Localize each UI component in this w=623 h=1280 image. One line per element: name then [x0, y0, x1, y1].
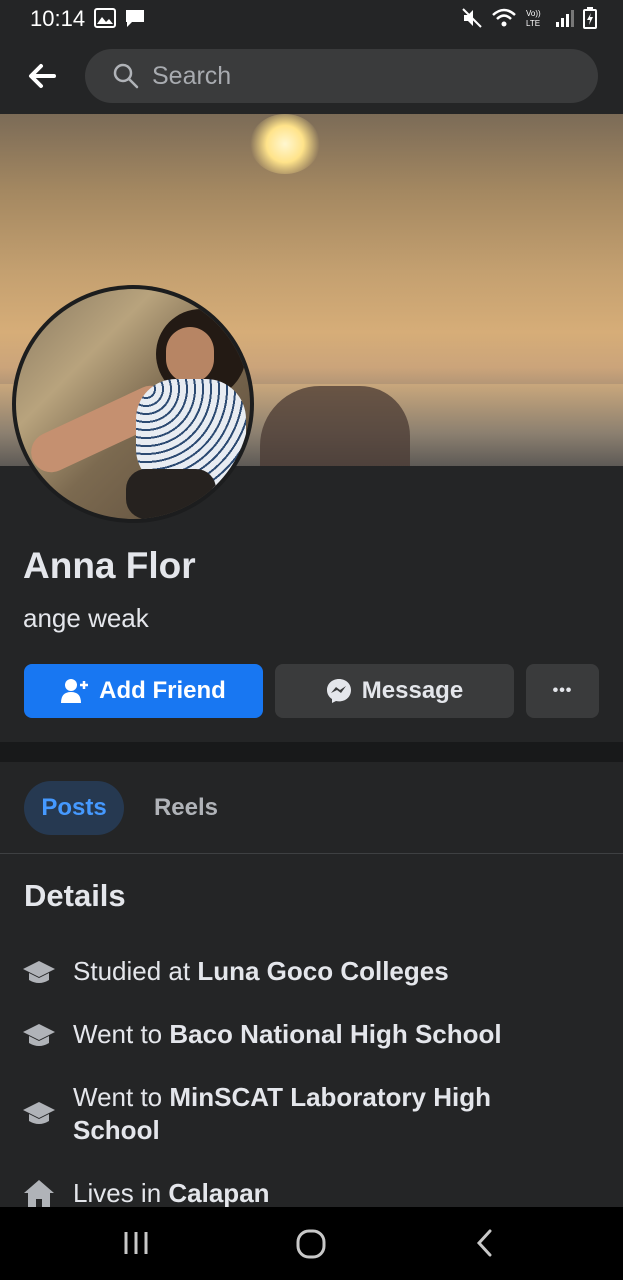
battery-icon [583, 7, 597, 29]
avatar[interactable] [16, 289, 250, 519]
section-divider [0, 742, 623, 762]
tabs-divider [0, 853, 623, 854]
status-bar: 10:14 Vo)) LTE [0, 0, 623, 38]
svg-text:Vo)): Vo)) [526, 9, 541, 18]
image-icon [94, 8, 116, 28]
system-nav-bar [0, 1207, 623, 1280]
status-time: 10:14 [30, 6, 86, 31]
detail-text: Went to MinSCAT Laboratory High School [73, 1082, 491, 1145]
avatar-detail [166, 327, 214, 383]
add-user-icon [61, 679, 89, 703]
volte-icon: Vo))LTE [526, 9, 541, 28]
wifi-icon [492, 8, 516, 27]
chevron-left-icon [476, 1229, 492, 1257]
home-icon [24, 1180, 54, 1208]
graduation-cap-icon [23, 961, 55, 983]
details-heading: Details [24, 878, 126, 913]
home-circle-icon [296, 1229, 326, 1259]
cover-figure [260, 386, 410, 466]
search-icon [113, 63, 139, 89]
profile-name: Anna Flor [23, 545, 196, 586]
recents-icon [124, 1232, 148, 1254]
detail-value: Calapan [168, 1178, 270, 1208]
home-button[interactable] [296, 1229, 326, 1264]
messenger-icon [326, 679, 351, 703]
tab-reels[interactable]: Reels [140, 781, 232, 835]
recents-button[interactable] [122, 1229, 150, 1262]
svg-text:LTE: LTE [526, 19, 540, 28]
detail-value: Luna Goco Colleges [197, 956, 449, 986]
search-placeholder: Search [152, 62, 232, 90]
tab-posts[interactable]: Posts [24, 781, 124, 835]
chat-icon [126, 10, 144, 27]
more-options-button[interactable]: ••• [526, 664, 599, 718]
status-system-icons: Vo)) LTE [461, 7, 597, 29]
more-dots-icon: ••• [552, 682, 573, 699]
top-bar: Search [0, 38, 623, 114]
detail-text: Went to Baco National High School [73, 1019, 502, 1049]
search-input[interactable]: Search [85, 49, 598, 103]
profile-bio: ange weak [23, 603, 149, 633]
detail-value: Baco National High School [169, 1019, 502, 1049]
detail-text: Lives in Calapan [73, 1178, 270, 1208]
add-friend-button[interactable]: Add Friend [24, 664, 263, 718]
message-button[interactable]: Message [275, 664, 514, 718]
graduation-cap-icon [23, 1102, 55, 1124]
message-label: Message [361, 677, 464, 704]
avatar-detail [126, 469, 216, 519]
arrow-left-icon [29, 64, 56, 88]
graduation-cap-icon [23, 1024, 55, 1046]
add-friend-label: Add Friend [99, 677, 226, 704]
status-notification-icons [94, 8, 146, 28]
back-button[interactable] [26, 58, 58, 94]
cover-sun [250, 114, 320, 174]
nav-back-button[interactable] [474, 1229, 496, 1262]
detail-text: Studied at Luna Goco Colleges [73, 956, 449, 986]
mute-icon [462, 8, 482, 28]
signal-icon [556, 10, 574, 27]
